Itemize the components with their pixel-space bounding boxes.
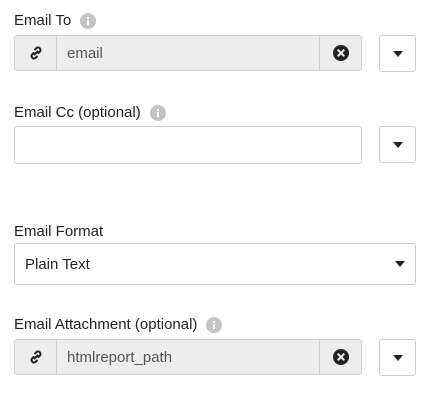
email-to-label: Email To — [14, 12, 72, 29]
info-icon[interactable] — [206, 317, 223, 333]
email-attachment-label-row: Email Attachment (optional) — [14, 316, 223, 334]
info-icon[interactable] — [149, 105, 166, 121]
chevron-down-icon — [395, 261, 405, 267]
email-cc-value[interactable] — [15, 127, 361, 163]
chevron-down-icon — [392, 50, 403, 57]
email-to-label-row: Email To — [14, 12, 97, 30]
link-icon[interactable] — [15, 36, 57, 70]
chevron-down-icon — [392, 354, 403, 361]
email-format-selected: Plain Text — [25, 255, 90, 273]
clear-icon[interactable] — [319, 340, 361, 374]
email-cc-label-row: Email Cc (optional) — [14, 104, 166, 122]
email-cc-label: Email Cc (optional) — [14, 104, 141, 121]
link-icon[interactable] — [15, 340, 57, 374]
email-to-field[interactable]: email — [14, 35, 362, 71]
info-icon[interactable] — [80, 13, 97, 29]
chevron-down-icon — [392, 141, 403, 148]
email-attachment-dropdown-button[interactable] — [379, 339, 416, 376]
email-to-dropdown-button[interactable] — [379, 35, 416, 72]
email-format-select[interactable]: Plain Text — [14, 243, 416, 285]
email-cc-field[interactable] — [14, 126, 362, 164]
email-cc-dropdown-button[interactable] — [379, 126, 416, 163]
email-attachment-value[interactable]: htmlreport_path — [57, 340, 319, 374]
email-to-value[interactable]: email — [57, 36, 319, 70]
email-format-label-row: Email Format — [14, 223, 103, 241]
email-attachment-label: Email Attachment (optional) — [14, 316, 198, 333]
clear-icon[interactable] — [319, 36, 361, 70]
email-attachment-field[interactable]: htmlreport_path — [14, 339, 362, 375]
email-format-label: Email Format — [14, 223, 104, 240]
